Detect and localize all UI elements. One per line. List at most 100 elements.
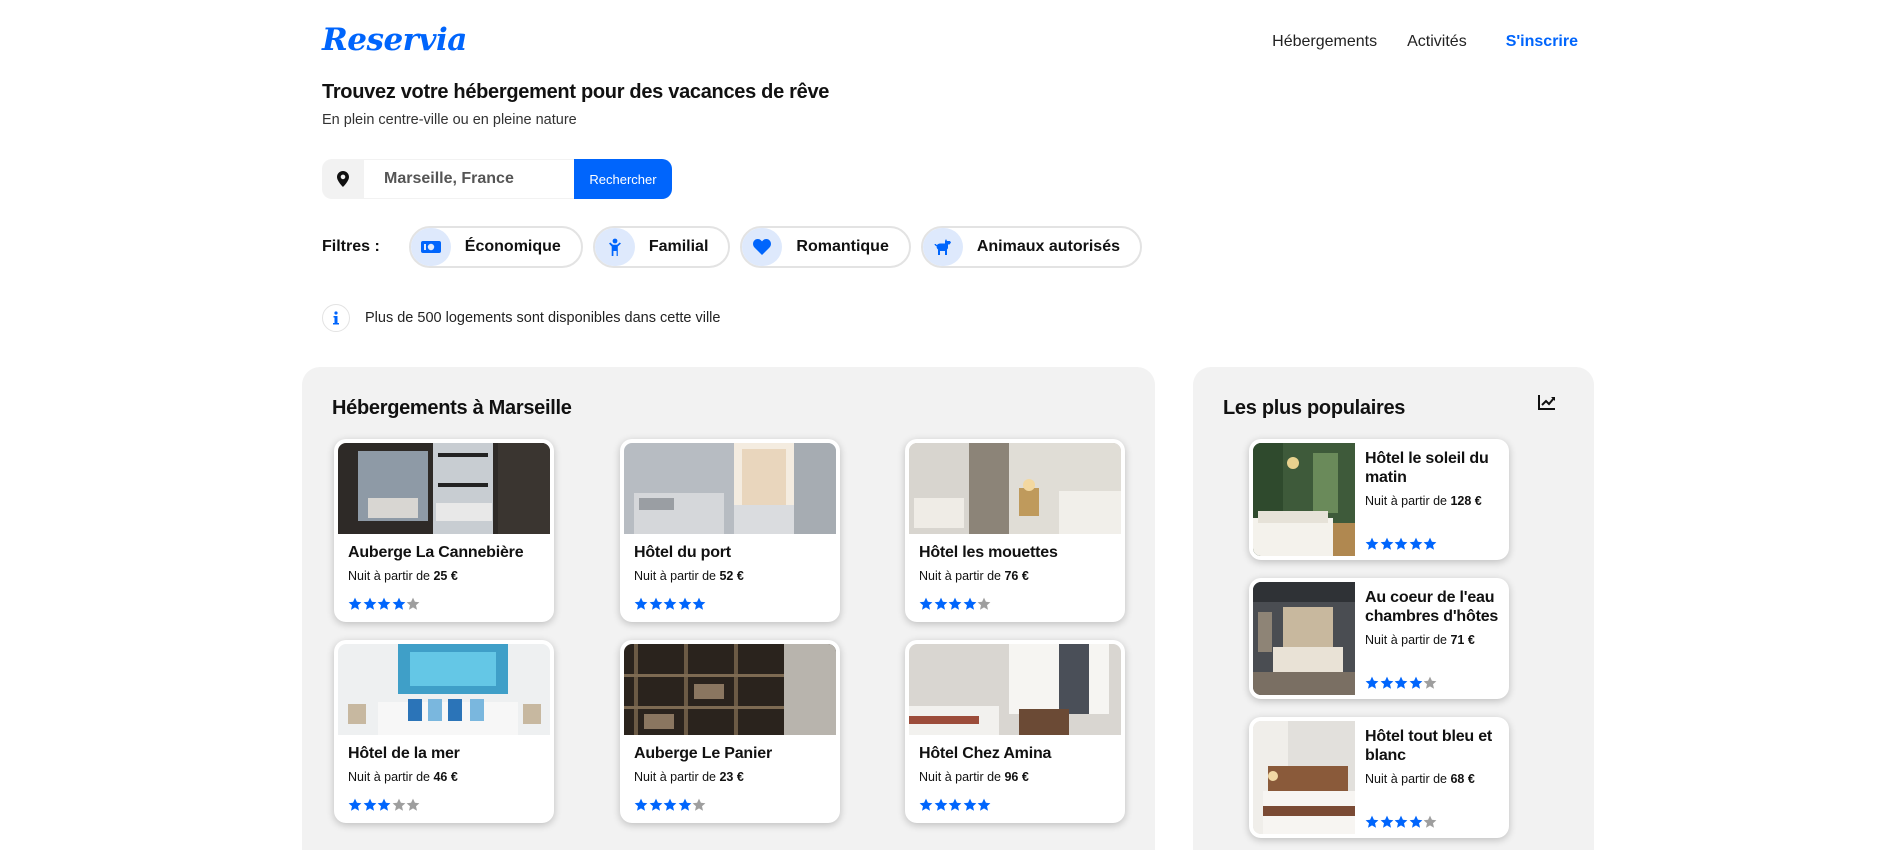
star-icon [919, 798, 933, 811]
listing-price: Nuit à partir de 76 € [919, 569, 1029, 583]
listing-card[interactable]: Hôtel du port Nuit à partir de 52 € [620, 439, 840, 622]
star-icon [392, 798, 405, 811]
listings-panel: Hébergements à Marseille Auberge La Cann… [302, 367, 1155, 850]
listing-photo [338, 443, 550, 534]
listing-card[interactable]: Auberge La Cannebière Nuit à partir de 2… [334, 439, 554, 622]
star-icon [1409, 815, 1422, 828]
listing-photo [624, 644, 836, 735]
main-nav: Hébergements Activités S'inscrire [1242, 33, 1578, 51]
listing-price: Nuit à partir de 25 € [348, 569, 458, 583]
popular-name: Hôtel le soleil du matin [1365, 450, 1489, 486]
star-icon [678, 798, 691, 811]
popular-photo [1253, 721, 1355, 834]
nav-activites[interactable]: Activités [1407, 33, 1467, 51]
star-icon [377, 798, 391, 811]
star-icon [1394, 815, 1408, 828]
filter-romantique[interactable]: Romantique [740, 226, 911, 268]
star-icon [363, 597, 376, 610]
star-icon [934, 597, 947, 610]
star-icon [634, 798, 648, 811]
filter-label: Romantique [796, 238, 889, 255]
rating-stars [348, 798, 421, 812]
listing-card[interactable]: Hôtel les mouettes Nuit à partir de 76 € [905, 439, 1125, 622]
star-icon [977, 798, 991, 811]
rating-stars [1365, 537, 1438, 551]
search-bar: Rechercher [322, 159, 672, 199]
signup-link[interactable]: S'inscrire [1506, 33, 1578, 51]
filter-economique[interactable]: Économique [408, 226, 583, 268]
heart-icon [742, 228, 783, 266]
filter-label: Économique [464, 238, 561, 255]
star-icon [377, 597, 391, 610]
star-icon [1423, 676, 1437, 689]
star-icon [692, 597, 706, 610]
filter-familial[interactable]: Familial [592, 226, 731, 268]
rating-stars [634, 798, 707, 812]
star-icon [1409, 537, 1422, 550]
star-icon [649, 597, 662, 610]
child-icon [594, 228, 635, 266]
listing-price: Nuit à partir de 52 € [634, 569, 744, 583]
listing-card[interactable]: Hôtel Chez Amina Nuit à partir de 96 € [905, 640, 1125, 823]
hero-title: Trouvez votre hébergement pour des vacan… [322, 81, 830, 103]
star-icon [1365, 676, 1379, 689]
listing-name: Hôtel les mouettes [919, 544, 1058, 561]
listing-name: Hôtel Chez Amina [919, 745, 1052, 762]
popular-photo [1253, 443, 1355, 556]
rating-stars [919, 597, 992, 611]
popular-name: Au coeur de l'eau chambres d'hôtes [1365, 589, 1499, 625]
search-button[interactable]: Rechercher [574, 159, 672, 199]
star-icon [392, 597, 405, 610]
filter-label: Familial [648, 238, 709, 255]
filters: Filtres : Économique Familial Romantique… [322, 226, 1152, 268]
map-pin-icon [322, 159, 364, 199]
star-icon [663, 798, 677, 811]
popular-name: Hôtel tout bleu et blanc [1365, 728, 1493, 764]
popular-card[interactable]: Hôtel tout bleu et blanc Nuit à partir d… [1249, 717, 1509, 838]
info-banner: Plus de 500 logements sont disponibles d… [322, 304, 720, 332]
popular-photo [1253, 582, 1355, 695]
star-icon [963, 798, 976, 811]
filters-label: Filtres : [322, 238, 380, 255]
star-icon [406, 798, 420, 811]
hero-subtitle: En plein centre-ville ou en pleine natur… [322, 112, 577, 128]
listing-name: Auberge Le Panier [634, 745, 772, 762]
info-text: Plus de 500 logements sont disponibles d… [365, 310, 721, 326]
rating-stars [1365, 815, 1438, 829]
star-icon [1380, 676, 1393, 689]
filter-animaux[interactable]: Animaux autorisés [920, 226, 1142, 268]
popular-card[interactable]: Au coeur de l'eau chambres d'hôtes Nuit … [1249, 578, 1509, 699]
popular-card[interactable]: Hôtel le soleil du matin Nuit à partir d… [1249, 439, 1509, 560]
star-icon [649, 798, 662, 811]
listings-title: Hébergements à Marseille [332, 397, 572, 419]
star-icon [406, 597, 420, 610]
nav-hebergements[interactable]: Hébergements [1272, 33, 1377, 51]
star-icon [1423, 537, 1437, 550]
listing-photo [338, 644, 550, 735]
listing-card[interactable]: Auberge Le Panier Nuit à partir de 23 € [620, 640, 840, 823]
star-icon [678, 597, 691, 610]
search-input[interactable] [364, 159, 574, 199]
rating-stars [1365, 676, 1438, 690]
star-icon [963, 597, 976, 610]
star-icon [934, 798, 947, 811]
star-icon [634, 597, 648, 610]
logo[interactable]: Reservia [322, 22, 467, 58]
popular-title: Les plus populaires [1223, 397, 1406, 419]
star-icon [1380, 537, 1393, 550]
listing-card[interactable]: Hôtel de la mer Nuit à partir de 46 € [334, 640, 554, 823]
star-icon [977, 597, 991, 610]
popular-panel: Les plus populaires Hôtel le soleil du m… [1193, 367, 1594, 850]
star-icon [1423, 815, 1437, 828]
star-icon [919, 597, 933, 610]
star-icon [1380, 815, 1393, 828]
star-icon [948, 798, 962, 811]
star-icon [1409, 676, 1422, 689]
star-icon [1365, 537, 1379, 550]
info-icon [322, 304, 350, 332]
popular-price: Nuit à partir de 68 € [1365, 772, 1475, 786]
listing-photo [909, 644, 1121, 735]
listing-name: Auberge La Cannebière [348, 544, 524, 561]
star-icon [1394, 676, 1408, 689]
money-icon [410, 228, 451, 266]
